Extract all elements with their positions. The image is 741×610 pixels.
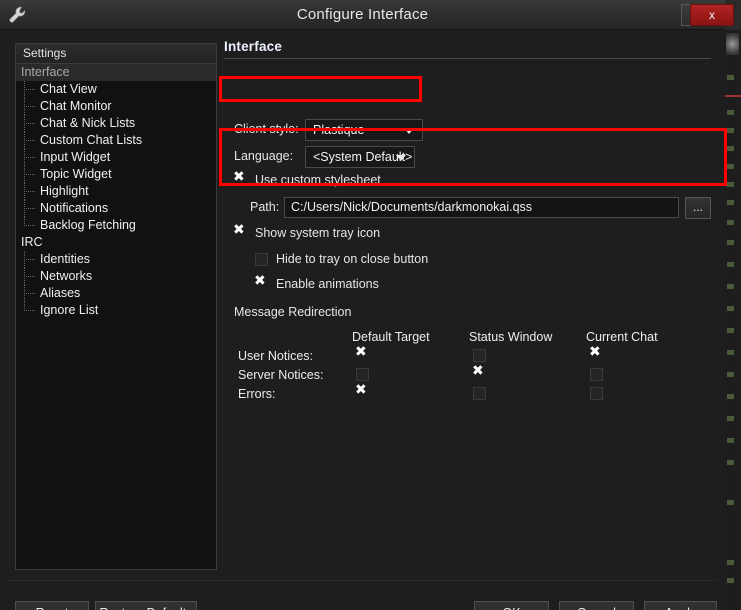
stylesheet-path-input[interactable]: C:/Users/Nick/Documents/darkmonokai.qss — [284, 197, 679, 218]
row-label-server-notices: Server Notices: — [238, 368, 323, 382]
configure-interface-window: Configure Interface ? x Settings Interfa… — [0, 0, 725, 610]
server-notices-default-target-checkbox[interactable] — [356, 368, 369, 381]
close-button[interactable]: x — [690, 4, 734, 26]
client-style-value: Plastique — [313, 123, 364, 137]
user-notices-current-chat-checkbox[interactable] — [590, 349, 603, 362]
browse-button[interactable]: ... — [685, 197, 711, 219]
sidebar-item-highlight[interactable]: Highlight — [16, 183, 216, 200]
column-header-default-target: Default Target — [352, 330, 430, 344]
apply-button[interactable]: Apply — [644, 601, 717, 610]
screen: Configure Interface ? x Settings Interfa… — [0, 0, 741, 610]
sidebar-item-topic-widget[interactable]: Topic Widget — [16, 166, 216, 183]
sidebar-item-input-widget[interactable]: Input Widget — [16, 149, 216, 166]
sidebar-item-aliases[interactable]: Aliases — [16, 285, 216, 302]
language-label: Language: — [234, 149, 293, 163]
sidebar-item-backlog-fetching[interactable]: Backlog Fetching — [16, 217, 216, 234]
sidebar-item-chat-view[interactable]: Chat View — [16, 81, 216, 98]
path-label: Path: — [250, 200, 279, 214]
client-style-combo[interactable]: Plastique — [305, 119, 423, 141]
use-custom-stylesheet-label: Use custom stylesheet — [255, 173, 381, 187]
enable-animations-checkbox[interactable] — [255, 278, 268, 291]
hide-to-tray-label: Hide to tray on close button — [276, 252, 428, 266]
message-redirection-group-label: Message Redirection — [234, 305, 351, 319]
dialog-body: Settings Interface Chat View Chat Monito… — [0, 31, 725, 610]
show-system-tray-icon-checkbox[interactable] — [234, 227, 247, 240]
window-title: Configure Interface — [0, 0, 725, 30]
sidebar-item-custom-chat-lists[interactable]: Custom Chat Lists — [16, 132, 216, 149]
row-label-errors: Errors: — [238, 387, 276, 401]
errors-default-target-checkbox[interactable] — [356, 387, 369, 400]
show-system-tray-icon-label: Show system tray icon — [255, 226, 380, 240]
sidebar-item-chat-monitor[interactable]: Chat Monitor — [16, 98, 216, 115]
restore-defaults-button[interactable]: Restore Defaults — [95, 601, 197, 610]
cancel-button[interactable]: Cancel — [559, 601, 634, 610]
background-window-strip — [725, 0, 741, 610]
title-divider — [224, 58, 711, 59]
title-bar: Configure Interface ? x — [0, 0, 725, 30]
user-notices-status-window-checkbox[interactable] — [473, 349, 486, 362]
hide-to-tray-checkbox[interactable] — [255, 253, 268, 266]
settings-tree[interactable]: Settings Interface Chat View Chat Monito… — [15, 43, 217, 570]
sidebar-item-ignore-list[interactable]: Ignore List — [16, 302, 216, 319]
language-combo[interactable]: <System Default> — [305, 146, 415, 168]
client-style-label: Client style: — [234, 122, 299, 136]
sidebar-item-interface[interactable]: Interface — [16, 64, 216, 81]
interface-settings-panel: Interface Client style: Plastique Langua… — [222, 39, 716, 570]
chevron-down-icon — [396, 155, 406, 161]
sidebar-item-irc[interactable]: IRC — [16, 234, 216, 251]
chevron-down-icon — [404, 128, 414, 134]
server-notices-status-window-checkbox[interactable] — [473, 368, 486, 381]
page-title: Interface — [224, 39, 716, 54]
ok-button[interactable]: OK — [474, 601, 549, 610]
use-custom-stylesheet-checkbox[interactable] — [234, 174, 247, 187]
column-header-current-chat: Current Chat — [586, 330, 658, 344]
column-header-status-window: Status Window — [469, 330, 552, 344]
sidebar-item-notifications[interactable]: Notifications — [16, 200, 216, 217]
sidebar-item-networks[interactable]: Networks — [16, 268, 216, 285]
reset-button[interactable]: Reset — [15, 601, 89, 610]
user-notices-default-target-checkbox[interactable] — [356, 349, 369, 362]
enable-animations-label: Enable animations — [276, 277, 379, 291]
sidebar-item-identities[interactable]: Identities — [16, 251, 216, 268]
server-notices-current-chat-checkbox[interactable] — [590, 368, 603, 381]
errors-current-chat-checkbox[interactable] — [590, 387, 603, 400]
sidebar-item-chat-nick-lists[interactable]: Chat & Nick Lists — [16, 115, 216, 132]
footer-divider — [8, 580, 717, 581]
settings-tree-header: Settings — [16, 44, 216, 64]
row-label-user-notices: User Notices: — [238, 349, 313, 363]
errors-status-window-checkbox[interactable] — [473, 387, 486, 400]
